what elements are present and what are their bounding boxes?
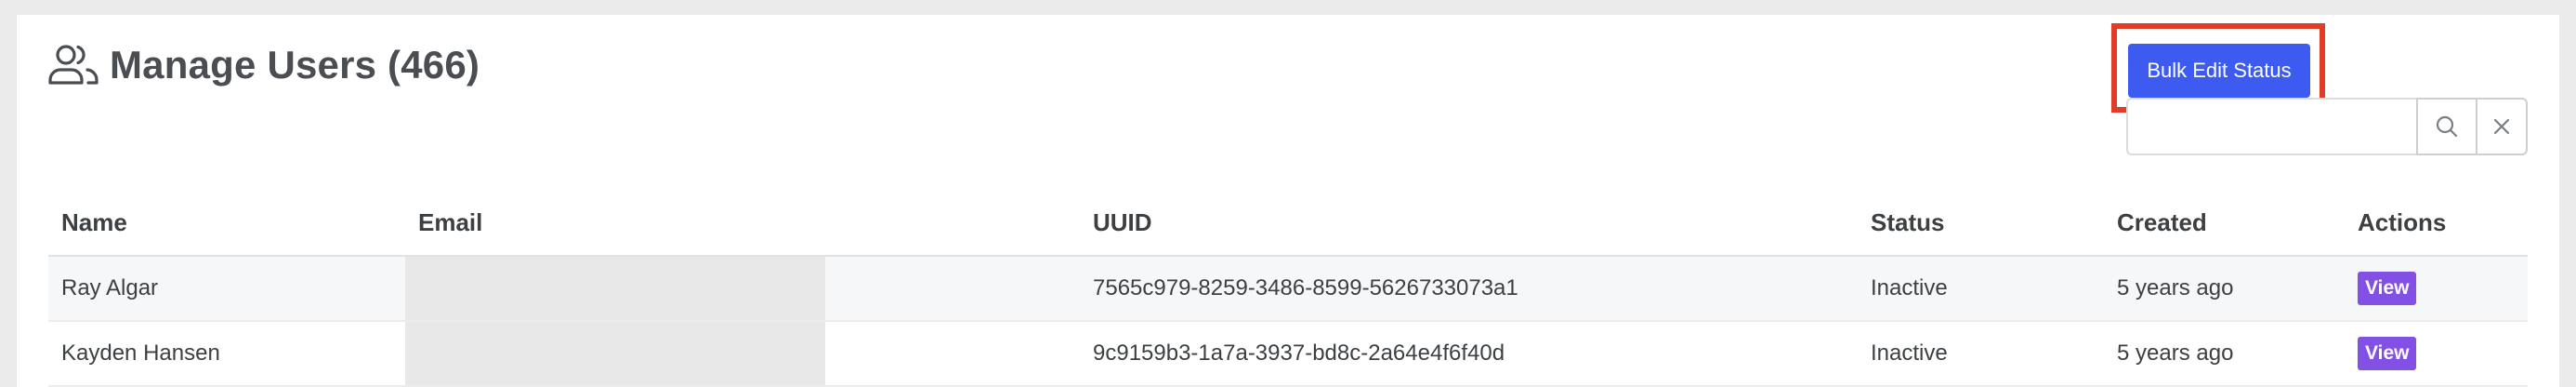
clear-search-button[interactable]: [2476, 98, 2528, 155]
column-header-name[interactable]: Name: [48, 191, 405, 257]
search-group: [2126, 98, 2528, 155]
cell-name: Kayden Hansen: [48, 321, 405, 387]
users-icon: [46, 41, 100, 89]
column-header-created[interactable]: Created: [2104, 191, 2345, 257]
cell-actions: View: [2345, 256, 2528, 322]
cell-actions: View: [2345, 321, 2528, 387]
column-header-actions: Actions: [2345, 191, 2528, 257]
cell-status: Inactive: [1858, 256, 2104, 322]
users-panel: Manage Users (466) Bulk Edit Status Name…: [17, 15, 2559, 387]
search-input[interactable]: [2126, 98, 2416, 155]
column-header-status[interactable]: Status: [1858, 191, 2104, 257]
view-button[interactable]: View: [2358, 337, 2417, 370]
cell-uuid: 7565c979-8259-3486-8599-5626733073a1: [1080, 256, 1858, 322]
cell-created: 5 years ago: [2104, 321, 2345, 387]
page-title: Manage Users (466): [110, 43, 480, 87]
redacted-email: [405, 257, 825, 320]
column-header-uuid[interactable]: UUID: [1080, 191, 1858, 257]
page-header: Manage Users (466): [46, 41, 480, 89]
users-table: Name Email UUID Status Created Actions R…: [48, 191, 2528, 387]
cell-created: 5 years ago: [2104, 256, 2345, 322]
bulk-edit-status-button[interactable]: Bulk Edit Status: [2128, 44, 2310, 98]
table-row: Kayden Hansen 9c9159b3-1a7a-3937-bd8c-2a…: [48, 321, 2528, 387]
cell-name: Ray Algar: [48, 256, 405, 322]
cell-email: [405, 256, 1080, 322]
search-button[interactable]: [2416, 98, 2476, 155]
table-row: Ray Algar 7565c979-8259-3486-8599-562673…: [48, 256, 2528, 322]
close-icon: [2493, 118, 2510, 135]
view-button[interactable]: View: [2358, 272, 2417, 305]
cell-status: Inactive: [1858, 321, 2104, 387]
cell-uuid: 9c9159b3-1a7a-3937-bd8c-2a64e4f6f40d: [1080, 321, 1858, 387]
search-icon: [2436, 115, 2458, 138]
table-header-row: Name Email UUID Status Created Actions: [48, 191, 2528, 257]
redacted-email: [405, 322, 825, 385]
column-header-email[interactable]: Email: [405, 191, 1080, 257]
cell-email: [405, 321, 1080, 387]
